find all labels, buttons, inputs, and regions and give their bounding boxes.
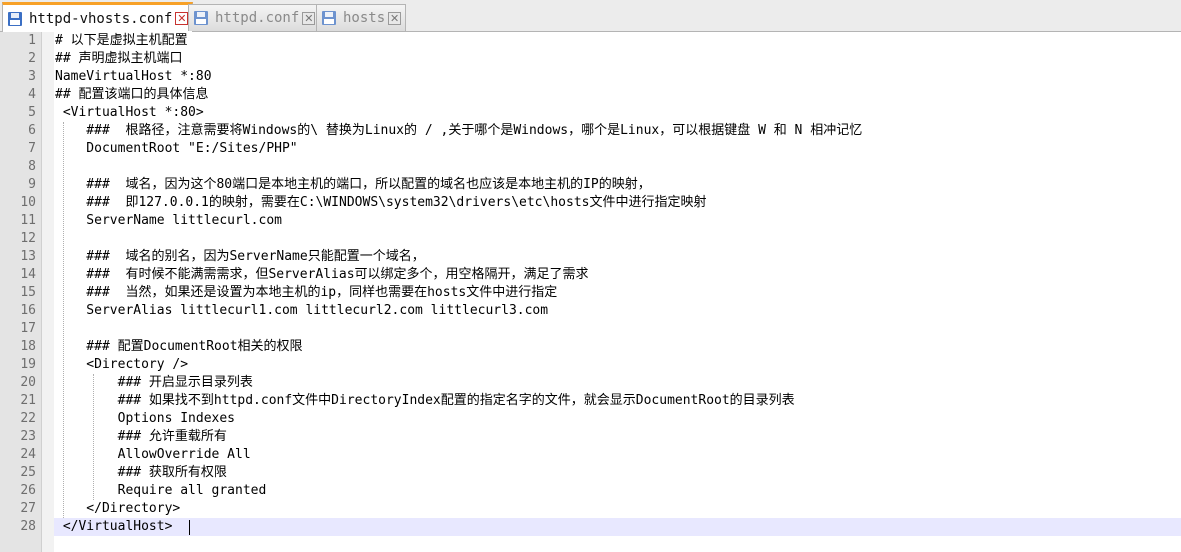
line-text[interactable]: ### 获取所有权限 (55, 464, 227, 482)
code-line[interactable]: 12 (0, 230, 1181, 248)
code-line[interactable]: 20 ### 开启显示目录列表 (0, 374, 1181, 392)
line-text[interactable]: ### 根路径，注意需要将Windows的\ 替换为Linux的 / ,关于哪个… (55, 122, 862, 140)
tab-hosts[interactable]: hosts ✕ (316, 4, 407, 31)
code-line[interactable]: 18 ### 配置DocumentRoot相关的权限 (0, 338, 1181, 356)
line-text[interactable]: ## 配置该端口的具体信息 (55, 86, 208, 104)
line-text[interactable]: ### 当然，如果还是设置为本地主机的ip，同样也需要在hosts文件中进行指定 (55, 284, 557, 302)
line-number: 22 (20, 411, 36, 426)
line-number: 4 (28, 87, 36, 102)
close-icon[interactable]: ✕ (388, 11, 402, 25)
code-line[interactable]: 25 ### 获取所有权限 (0, 464, 1181, 482)
line-text[interactable]: ServerAlias littlecurl1.com littlecurl2.… (55, 302, 548, 320)
line-text[interactable]: ServerName littlecurl.com (55, 212, 282, 230)
line-number: 13 (20, 249, 36, 264)
line-text[interactable]: ### 允许重载所有 (55, 428, 227, 446)
code-line[interactable]: 27 </Directory> (0, 500, 1181, 518)
line-text[interactable]: ### 配置DocumentRoot相关的权限 (55, 338, 302, 356)
code-line[interactable]: 8 (0, 158, 1181, 176)
line-number: 15 (20, 285, 36, 300)
line-number: 16 (20, 303, 36, 318)
code-line[interactable]: 14 ### 有时候不能满需需求，但ServerAlias可以绑定多个，用空格隔… (0, 266, 1181, 284)
line-text[interactable]: <Directory /> (55, 356, 188, 374)
code-line[interactable]: 4 ## 配置该端口的具体信息 (0, 86, 1181, 104)
code-line[interactable]: 11 ServerName littlecurl.com (0, 212, 1181, 230)
floppy-disk-icon (8, 11, 22, 26)
line-text[interactable]: <VirtualHost *:80> (55, 104, 204, 122)
code-line[interactable]: 26 Require all granted (0, 482, 1181, 500)
line-text[interactable]: DocumentRoot "E:/Sites/PHP" (55, 140, 297, 158)
line-text[interactable]: ## 声明虚拟主机端口 (55, 50, 182, 68)
line-number: 9 (28, 177, 36, 192)
tab-httpd-conf[interactable]: httpd.conf ✕ (188, 4, 321, 31)
floppy-disk-icon (322, 11, 336, 25)
code-line[interactable]: 1 # 以下是虚拟主机配置 (0, 32, 1181, 50)
line-number: 7 (28, 141, 36, 156)
line-number: 23 (20, 429, 36, 444)
line-text[interactable]: ### 开启显示目录列表 (55, 374, 253, 392)
line-text[interactable]: </Directory> (55, 500, 180, 518)
line-number: 27 (20, 501, 36, 516)
line-text[interactable]: # 以下是虚拟主机配置 (55, 32, 188, 50)
line-number: 26 (20, 483, 36, 498)
text-caret (189, 520, 190, 535)
line-number: 10 (20, 195, 36, 210)
code-line[interactable]: 2 ## 声明虚拟主机端口 (0, 50, 1181, 68)
tab-bar: httpd-vhosts.conf ✕ httpd.conf ✕ hosts ✕ (0, 0, 1181, 32)
code-line[interactable]: 15 ### 当然，如果还是设置为本地主机的ip，同样也需要在hosts文件中进… (0, 284, 1181, 302)
code-line[interactable]: 16 ServerAlias littlecurl1.com littlecur… (0, 302, 1181, 320)
line-number: 5 (28, 105, 36, 120)
tab-label: httpd.conf (215, 10, 300, 26)
line-text[interactable]: ### 如果找不到httpd.conf文件中DirectoryIndex配置的指… (55, 392, 795, 410)
code-line[interactable]: 22 Options Indexes (0, 410, 1181, 428)
line-number: 11 (20, 213, 36, 228)
line-text[interactable]: Require all granted (55, 482, 267, 500)
code-line[interactable]: 9 ### 域名，因为这个80端口是本地主机的端口，所以配置的域名也应该是本地主… (0, 176, 1181, 194)
line-number: 8 (28, 159, 36, 174)
code-line[interactable]: 10 ### 即127.0.0.1的映射，需要在C:\WINDOWS\syste… (0, 194, 1181, 212)
code-line[interactable]: 17 (0, 320, 1181, 338)
line-number: 18 (20, 339, 36, 354)
close-icon[interactable]: ✕ (302, 11, 316, 25)
line-number: 2 (28, 51, 36, 66)
line-text[interactable]: ### 域名的别名，因为ServerName只能配置一个域名， (55, 248, 424, 266)
code-line[interactable]: 5 <VirtualHost *:80> (0, 104, 1181, 122)
tab-label: httpd-vhosts.conf (29, 10, 173, 27)
line-text[interactable]: ### 域名，因为这个80端口是本地主机的端口，所以配置的域名也应该是本地主机的… (55, 176, 650, 194)
code-line[interactable]: 7 DocumentRoot "E:/Sites/PHP" (0, 140, 1181, 158)
line-text[interactable]: AllowOverride All (55, 446, 251, 464)
code-line[interactable]: 21 ### 如果找不到httpd.conf文件中DirectoryIndex配… (0, 392, 1181, 410)
line-text[interactable]: NameVirtualHost *:80 (55, 68, 212, 86)
line-number: 24 (20, 447, 36, 462)
line-number: 21 (20, 393, 36, 408)
line-number: 20 (20, 375, 36, 390)
code-line[interactable]: 28 </VirtualHost> (0, 518, 1181, 536)
code-editor[interactable]: 1 # 以下是虚拟主机配置 2 ## 声明虚拟主机端口 3 NameVirtualHost… (0, 32, 1181, 552)
line-number: 1 (28, 33, 36, 48)
floppy-disk-icon (194, 11, 208, 25)
line-number: 17 (20, 321, 36, 336)
code-line[interactable]: 3 NameVirtualHost *:80 (0, 68, 1181, 86)
code-line[interactable]: 24 AllowOverride All (0, 446, 1181, 464)
tab-httpd-vhosts-conf[interactable]: httpd-vhosts.conf ✕ (2, 2, 194, 32)
code-line[interactable]: 6 ### 根路径，注意需要将Windows的\ 替换为Linux的 / ,关于… (0, 122, 1181, 140)
line-number: 25 (20, 465, 36, 480)
line-number: 28 (20, 519, 36, 534)
close-icon[interactable]: ✕ (175, 12, 189, 25)
line-text[interactable]: Options Indexes (55, 410, 235, 428)
code-line[interactable]: 23 ### 允许重载所有 (0, 428, 1181, 446)
line-number: 3 (28, 69, 36, 84)
line-number: 12 (20, 231, 36, 246)
line-number: 14 (20, 267, 36, 282)
line-text[interactable]: </VirtualHost> (55, 518, 173, 536)
line-text[interactable]: ### 即127.0.0.1的映射，需要在C:\WINDOWS\system32… (55, 194, 706, 212)
tab-label: hosts (343, 10, 386, 26)
code-line[interactable]: 13 ### 域名的别名，因为ServerName只能配置一个域名， (0, 248, 1181, 266)
code-line[interactable]: 19 <Directory /> (0, 356, 1181, 374)
line-number: 6 (28, 123, 36, 138)
line-number: 19 (20, 357, 36, 372)
line-text[interactable]: ### 有时候不能满需需求，但ServerAlias可以绑定多个，用空格隔开，满… (55, 266, 588, 284)
